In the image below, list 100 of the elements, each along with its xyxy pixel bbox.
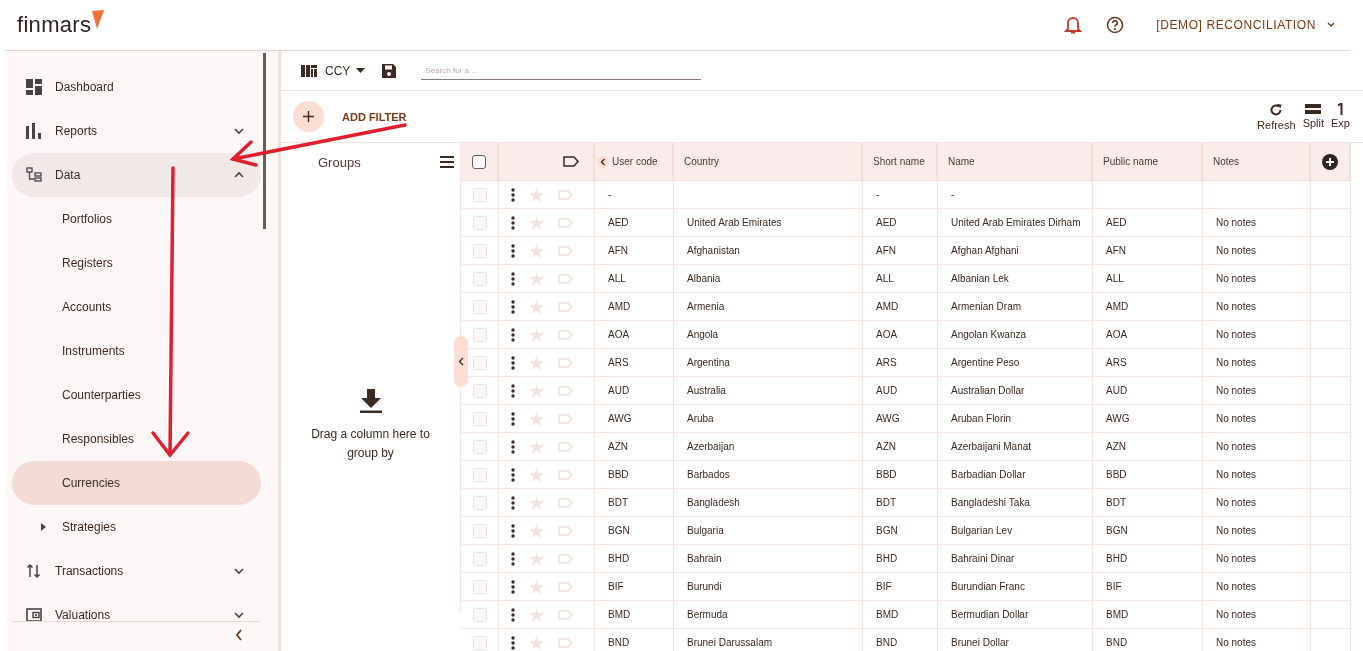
table-cell: Burundian Franc [938,573,1093,600]
column-header[interactable]: Country [674,143,863,180]
table-cell: Bangladeshi Taka [938,489,1093,516]
table-cell: Argentina [674,349,863,376]
table-cell: BND [595,629,674,651]
layout-dropdown[interactable]: CCY [325,63,366,78]
table-cell: Afghanistan [674,237,863,264]
table-cell: AOA [1093,321,1203,348]
table-cell: Azerbaijan [674,433,863,460]
table-cell: United Arab Emirates [674,209,863,236]
table-cell: BDT [863,489,938,516]
sidebar-item[interactable]: Valuations [12,593,261,637]
sidebar-subitem[interactable]: Counterparties [12,373,261,417]
table-cell: Bahrain [674,545,863,572]
table-cell: BGN [1093,517,1203,544]
table-cell: Burundi [674,573,863,600]
table-cell: - [938,181,1093,208]
sidebar-subitem[interactable]: Currencies [12,461,261,505]
table-cell: ARS [1093,349,1203,376]
table-cell: No notes [1203,349,1311,376]
table-cell: AZN [1093,433,1203,460]
table-cell: - [863,181,938,208]
sidebar-item[interactable]: Dashboard [12,65,261,109]
table-cell: BDT [595,489,674,516]
table-cell: ALL [863,265,938,292]
sidebar-subitem[interactable]: Portfolios [12,197,261,241]
table-cell: BND [1093,629,1203,651]
table-cell: BHD [595,545,674,572]
sidebar-subitem[interactable]: Responsibles [12,417,261,461]
table-cell: Armenia [674,293,863,320]
table-cell: ARS [863,349,938,376]
toolbar-action[interactable]: Split [1301,102,1326,131]
table-cell: ARS [595,349,674,376]
table-cell: No notes [1203,489,1311,516]
table-cell: Bermuda [674,601,863,628]
table-cell: Bermudian Dollar [938,601,1093,628]
column-header[interactable]: Name [938,143,1093,180]
table-cell: Albania [674,265,863,292]
sidebar-subitem[interactable]: Accounts [12,285,261,329]
table-cell: Bangladesh [674,489,863,516]
table-cell: No notes [1203,405,1311,432]
table-cell: AED [1093,209,1203,236]
table-cell: AWG [595,405,674,432]
sidebar-subitem[interactable]: Registers [12,241,261,285]
sidebar-item[interactable]: Reports [12,109,261,153]
table-cell: BMD [863,601,938,628]
sidebar-item[interactable]: Transactions [12,549,261,593]
column-header[interactable]: Public name [1093,143,1203,180]
table-cell: No notes [1203,321,1311,348]
table-cell: - [595,181,674,208]
group-by-hint: Drag a column here to group by [310,426,431,462]
table-cell: Afghan Afghani [938,237,1093,264]
table-cell: AUD [863,377,938,404]
column-header[interactable]: Notes [1203,143,1311,180]
table-cell: BGN [863,517,938,544]
table-cell: BGN [595,517,674,544]
table-cell: Angola [674,321,863,348]
sidebar-subitem[interactable]: Instruments [12,329,261,373]
table-cell: AUD [1093,377,1203,404]
table-cell: No notes [1203,573,1311,600]
table-cell: BBD [1093,461,1203,488]
toolbar-action[interactable]: Refresh [1256,102,1297,131]
table-cell: BIF [595,573,674,600]
table-cell: BHD [863,545,938,572]
table-cell: No notes [1203,293,1311,320]
toolbar-action[interactable]: Exp [1330,102,1351,131]
sidebar-item[interactable]: Data [12,153,261,197]
table-cell: Bahraini Dinar [938,545,1093,572]
table-cell: No notes [1203,545,1311,572]
table-cell: AUD [595,377,674,404]
table-cell: AZN [863,433,938,460]
table-cell: BIF [863,573,938,600]
table-cell: United Arab Emirates Dirham [938,209,1093,236]
table-cell: AWG [863,405,938,432]
table-cell: No notes [1203,517,1311,544]
table-cell: Albanian Lek [938,265,1093,292]
sidebar-subitem[interactable]: Strategies [12,505,261,549]
table-cell: AMD [1093,293,1203,320]
table-cell: BMD [1093,601,1203,628]
table-cell: Brunei Dollar [938,629,1093,651]
column-header[interactable]: User code [595,143,674,180]
table-cell: Barbadian Dollar [938,461,1093,488]
table-cell: AWG [1093,405,1203,432]
table-cell: BBD [595,461,674,488]
table-cell: Brunei Darussalam [674,629,863,651]
column-header[interactable]: Short name [863,143,938,180]
add-filter-link[interactable]: ADD FILTER [342,110,407,123]
table-cell: BMD [595,601,674,628]
table-cell: Barbados [674,461,863,488]
table-cell: Armenian Dram [938,293,1093,320]
table-cell: No notes [1203,209,1311,236]
table-cell: Azerbaijani Manat [938,433,1093,460]
workspace-dropdown[interactable]: [DEMO] RECONCILIATION [1148,18,1336,32]
table-cell: BBD [863,461,938,488]
table-cell: Aruba [674,405,863,432]
table-cell: ALL [595,265,674,292]
table-cell: AMD [595,293,674,320]
table-cell: AOA [595,321,674,348]
table-cell: No notes [1203,461,1311,488]
table-cell: AFN [1093,237,1203,264]
